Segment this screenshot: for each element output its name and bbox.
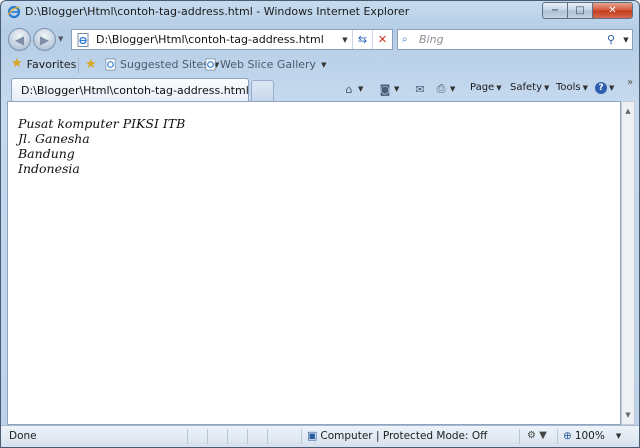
address-block: Pusat komputer PIKSI ITB Jl. Ganesha Ban… xyxy=(18,116,185,176)
printer-icon: ⎙ xyxy=(436,82,446,95)
address-line-3: Bandung xyxy=(18,146,75,161)
maximize-button[interactable]: □ xyxy=(567,2,592,19)
tools-menu-label: Tools xyxy=(556,82,581,93)
chevron-down-icon: ▼ xyxy=(615,432,622,440)
new-tab-button[interactable] xyxy=(251,80,274,101)
suggested-sites-label: Suggested Sites xyxy=(120,58,209,71)
tab-active[interactable]: D:\Blogger\Html\contoh-tag-address.html xyxy=(11,78,249,101)
chevron-down-icon: ▼ xyxy=(450,85,456,93)
status-divider xyxy=(247,429,248,444)
scroll-up-icon[interactable]: ▲ xyxy=(622,104,634,118)
page-icon xyxy=(77,32,89,47)
suggested-sites-link[interactable]: Suggested Sites ▼ xyxy=(104,58,219,71)
home-icon: ⌂ xyxy=(345,82,353,96)
zoom-level: 100% xyxy=(574,430,605,442)
more-commands-icon[interactable]: » xyxy=(627,77,633,88)
chevron-down-icon: ▼ xyxy=(609,84,615,92)
zoom-control[interactable]: ⊕ 100% ▼ xyxy=(563,430,621,442)
status-divider xyxy=(557,429,558,444)
window-title: D:\Blogger\Html\contoh-tag-address.html … xyxy=(25,5,410,18)
address-bar[interactable]: D:\Blogger\Html\contoh-tag-address.html … xyxy=(71,29,393,50)
search-icon[interactable]: ⚲ xyxy=(602,33,620,46)
web-slice-gallery-link[interactable]: Web Slice Gallery ▼ xyxy=(204,58,326,71)
browser-window: D:\Blogger\Html\contoh-tag-address.html … xyxy=(0,0,640,448)
status-text: Done xyxy=(9,430,37,442)
address-input[interactable]: D:\Blogger\Html\contoh-tag-address.html xyxy=(91,33,338,46)
print-button[interactable]: ⎙ ▼ xyxy=(434,82,456,96)
status-divider xyxy=(227,429,228,444)
scroll-down-icon[interactable]: ▼ xyxy=(622,408,634,422)
rss-feed-icon: ◙ xyxy=(379,82,391,96)
title-bar: D:\Blogger\Html\contoh-tag-address.html … xyxy=(1,1,639,23)
tab-row: D:\Blogger\Html\contoh-tag-address.html … xyxy=(1,77,639,101)
status-divider xyxy=(301,429,302,444)
chevron-down-icon: ▼ xyxy=(394,85,400,93)
maximize-icon: □ xyxy=(575,5,585,16)
safety-menu[interactable]: Safety ▼ xyxy=(510,82,549,93)
internet-explorer-icon xyxy=(7,5,21,19)
chevron-down-icon: ▼ xyxy=(358,85,364,93)
ie-page-icon xyxy=(205,58,216,71)
close-icon: ✕ xyxy=(608,5,617,16)
close-button[interactable]: ✕ xyxy=(592,2,633,19)
home-button[interactable]: ⌂ ▼ xyxy=(342,82,364,96)
status-divider xyxy=(267,429,268,444)
search-input[interactable]: Bing xyxy=(416,33,602,46)
status-divider xyxy=(187,429,188,444)
chevron-down-icon: ▼ xyxy=(544,83,550,92)
minimize-button[interactable]: − xyxy=(542,2,567,19)
favorites-button[interactable]: ★ Favorites xyxy=(11,57,76,71)
favorites-label: Favorites xyxy=(26,57,77,71)
chevron-down-icon: ▼ xyxy=(496,83,502,92)
address-line-1: Pusat komputer PIKSI ITB xyxy=(18,116,186,131)
favorites-bar: ★ Favorites ★ Suggested Sites ▼ Web Slic… xyxy=(1,55,639,75)
star-icon: ★ xyxy=(11,56,23,71)
protected-mode-icon[interactable]: ⚙ ▼ xyxy=(527,430,547,441)
forward-button[interactable]: ▶ xyxy=(33,28,56,51)
security-zone[interactable]: ▣ Computer | Protected Mode: Off xyxy=(307,429,487,442)
page-menu-label: Page xyxy=(470,82,495,93)
navigation-bar: ◀ ▶ ▼ D:\Blogger\Html\contoh-tag-address… xyxy=(1,25,639,53)
mail-icon: ✉ xyxy=(415,82,425,96)
computer-icon: ▣ xyxy=(307,429,318,442)
back-arrow-icon: ◀ xyxy=(14,32,25,47)
tools-menu[interactable]: Tools ▼ xyxy=(556,82,588,93)
status-bar: Done ▣ Computer | Protected Mode: Off ⚙ … xyxy=(1,425,639,447)
address-line-2: Jl. Ganesha xyxy=(18,131,90,146)
favorites-separator xyxy=(78,58,79,73)
help-icon: ? xyxy=(595,82,607,94)
read-mail-button[interactable]: ✉ xyxy=(413,82,427,96)
chevron-down-icon: ▼ xyxy=(582,83,589,92)
chevron-down-icon: ▼ xyxy=(321,60,327,69)
search-box[interactable]: ⌕ Bing ⚲ ▼ xyxy=(397,29,633,50)
help-button[interactable]: ? ▼ xyxy=(595,82,614,94)
ie-page-icon xyxy=(105,58,116,71)
status-divider xyxy=(519,429,520,444)
address-dropdown-icon[interactable]: ▼ xyxy=(338,36,352,44)
caption-buttons: − □ ✕ xyxy=(542,2,633,19)
web-slice-gallery-label: Web Slice Gallery xyxy=(220,58,317,71)
search-options-dropdown-icon[interactable]: ▼ xyxy=(620,36,632,44)
vertical-scrollbar[interactable]: ▲ ▼ xyxy=(621,101,635,425)
stop-icon[interactable]: ✕ xyxy=(372,30,392,49)
security-zone-label: Computer | Protected Mode: Off xyxy=(320,429,488,442)
forward-arrow-icon: ▶ xyxy=(39,32,50,47)
minimize-icon: − xyxy=(550,5,560,16)
page-menu[interactable]: Page ▼ xyxy=(470,82,502,93)
safety-menu-label: Safety xyxy=(510,82,542,93)
feeds-button[interactable]: ◙ ▼ xyxy=(378,82,400,96)
status-divider xyxy=(207,429,208,444)
tab-label: D:\Blogger\Html\contoh-tag-address.html xyxy=(21,83,249,97)
zoom-icon: ⊕ xyxy=(563,430,572,442)
bing-logo-icon: ⌕ xyxy=(402,34,408,45)
refresh-icon[interactable]: ⇆ xyxy=(352,30,372,49)
add-to-favorites-icon[interactable]: ★ xyxy=(85,57,97,72)
address-line-4: Indonesia xyxy=(18,161,80,176)
page-content: Pusat komputer PIKSI ITB Jl. Ganesha Ban… xyxy=(7,101,621,425)
recent-pages-dropdown[interactable]: ▼ xyxy=(58,35,63,43)
back-button[interactable]: ◀ xyxy=(8,28,31,51)
